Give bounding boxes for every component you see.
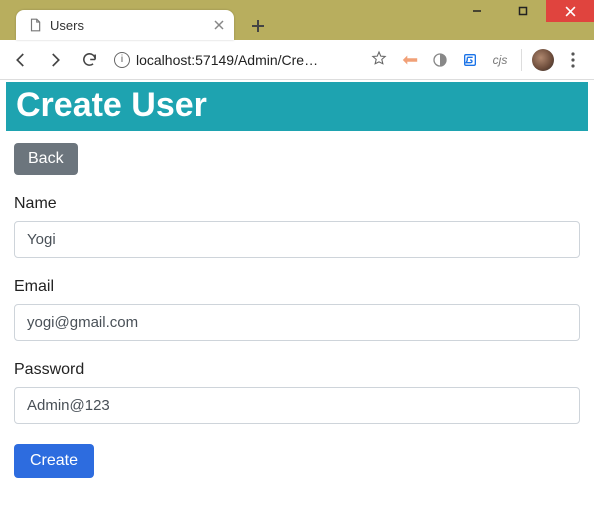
browser-toolbar: i localhost:57149/Admin/Cre… cjs xyxy=(0,40,594,80)
browser-window: Users i localhost:57149/Admin/Cre… xyxy=(0,0,594,507)
extension-area: cjs xyxy=(397,47,588,73)
cjs-extension-icon[interactable]: cjs xyxy=(487,47,513,73)
email-field[interactable] xyxy=(14,304,580,341)
password-label: Password xyxy=(14,361,580,379)
extension-icon-3[interactable] xyxy=(457,47,483,73)
back-nav-button[interactable] xyxy=(6,45,36,75)
page-content: Back Name Email Password Create xyxy=(0,131,594,490)
back-button[interactable]: Back xyxy=(14,143,78,175)
profile-avatar[interactable] xyxy=(530,47,556,73)
form-group-name: Name xyxy=(14,195,580,258)
new-tab-button[interactable] xyxy=(244,12,272,40)
page-viewport: Create User Back Name Email Password Cre… xyxy=(0,80,594,507)
extension-icon-1[interactable] xyxy=(397,47,423,73)
site-info-icon[interactable]: i xyxy=(114,52,130,68)
form-group-password: Password xyxy=(14,361,580,424)
name-label: Name xyxy=(14,195,580,213)
email-label: Email xyxy=(14,278,580,296)
password-field[interactable] xyxy=(14,387,580,424)
name-field[interactable] xyxy=(14,221,580,258)
extension-icon-2[interactable] xyxy=(427,47,453,73)
browser-menu-button[interactable] xyxy=(560,47,586,73)
close-tab-icon[interactable] xyxy=(212,18,226,32)
tab-strip: Users xyxy=(0,6,594,40)
page-title: Create User xyxy=(6,82,588,131)
tab-title: Users xyxy=(50,18,204,33)
url-text: localhost:57149/Admin/Cre… xyxy=(136,52,365,68)
bookmark-star-icon[interactable] xyxy=(371,50,387,69)
create-button[interactable]: Create xyxy=(14,444,94,478)
forward-nav-button[interactable] xyxy=(40,45,70,75)
address-bar[interactable]: i localhost:57149/Admin/Cre… xyxy=(108,45,393,75)
page-icon xyxy=(28,18,42,32)
avatar-icon xyxy=(532,49,554,71)
reload-button[interactable] xyxy=(74,45,104,75)
separator xyxy=(521,49,522,71)
form-group-email: Email xyxy=(14,278,580,341)
browser-tab[interactable]: Users xyxy=(16,10,234,40)
